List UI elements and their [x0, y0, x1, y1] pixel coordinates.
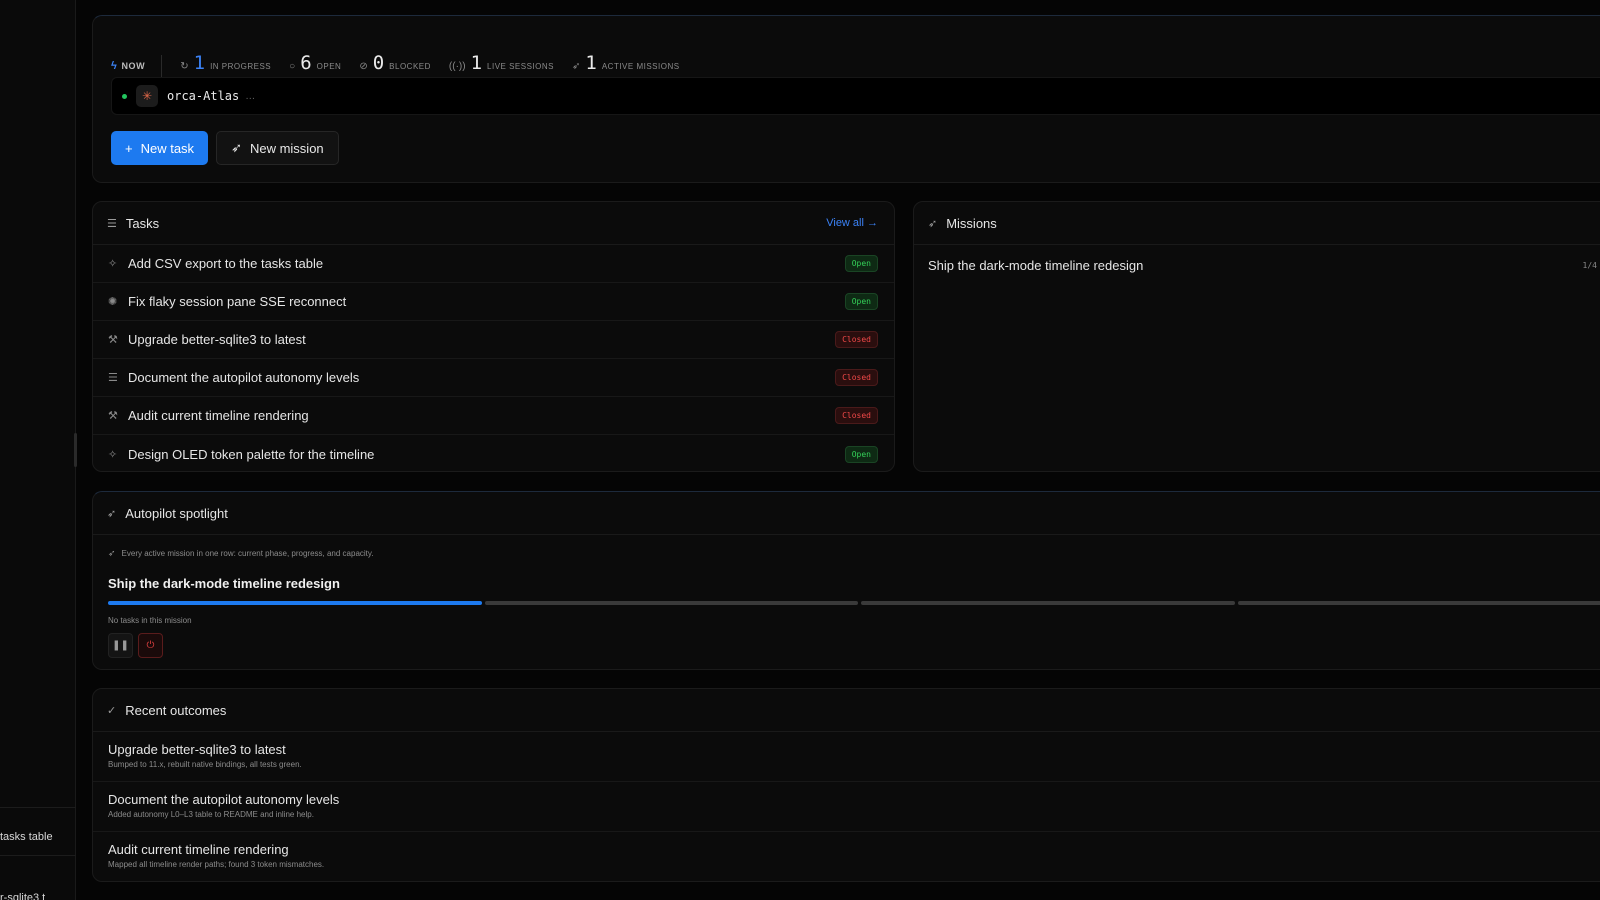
new-task-button[interactable]: + New task [111, 131, 209, 165]
autopilot-card: ➶ Autopilot spotlight ➶ Every active mis… [92, 491, 1600, 670]
missions-title: Missions [946, 215, 997, 231]
task-row[interactable]: ✧ Design OLED token palette for the time… [93, 435, 894, 473]
sparkle-icon: ✧ [108, 448, 118, 461]
outcomes-title: Recent outcomes [125, 702, 227, 718]
mission-row[interactable]: Ship the dark-mode timeline redesign 1/4 [914, 245, 1600, 285]
rocket-icon: ➶ [107, 507, 117, 520]
live-status-dot [122, 93, 127, 99]
status-badge: Closed [835, 331, 878, 348]
status-badge: Closed [835, 407, 878, 424]
status-badge: Open [844, 255, 878, 272]
bug-icon: ✺ [108, 296, 118, 308]
outcome-row[interactable]: Document the autopilot autonomy levels A… [93, 782, 1600, 832]
spinner-icon: ↻ [180, 61, 189, 72]
stop-button[interactable]: ⏻ [138, 633, 163, 658]
pause-button[interactable]: ❚❚ [108, 633, 133, 658]
live-session-row[interactable]: ✳ orca-Atlas … [111, 77, 1600, 115]
task-row[interactable]: ⚒ Audit current timeline rendering Close… [93, 397, 894, 435]
new-mission-button[interactable]: ➶ New mission [216, 131, 339, 165]
circle-icon: ○ [289, 61, 296, 72]
autopilot-header: ➶ Autopilot spotlight [93, 492, 1600, 535]
sidebar-item-label: r-sqlite3 t [0, 892, 46, 900]
broadcast-icon: ((·)) [448, 61, 466, 72]
now-label: ϟ NOW [111, 55, 163, 77]
bolt-icon: ϟ [111, 60, 118, 72]
list-icon: ☰ [107, 217, 117, 230]
outcomes-card: ✓ Recent outcomes Upgrade better-sqlite3… [92, 688, 1600, 882]
wrench-icon: ⚒ [108, 410, 118, 422]
stat-in-progress: ↻ 1 IN PROGRESS [180, 52, 272, 74]
sidebar-item[interactable]: tasks table [0, 807, 76, 855]
sidebar-item-label: tasks table [0, 831, 53, 843]
outcome-row[interactable]: Upgrade better-sqlite3 to latest Bumped … [93, 732, 1600, 782]
wrench-icon: ⚒ [108, 334, 118, 346]
spotlight-mission-title[interactable]: Ship the dark-mode timeline redesign [108, 576, 340, 591]
task-row[interactable]: ✧ Add CSV export to the tasks table Open [93, 245, 894, 283]
tasks-header: ☰ Tasks View all → [93, 202, 894, 245]
stat-live-sessions: ((·)) 1 LIVE SESSIONS [448, 52, 554, 74]
autopilot-title: Autopilot spotlight [125, 505, 228, 521]
mission-empty-note: No tasks in this mission [108, 616, 192, 625]
main-content: ϟ NOW ↻ 1 IN PROGRESS ○ 6 OPEN ⊘ 0 BLOCK… [92, 0, 1600, 900]
stat-blocked: ⊘ 0 BLOCKED [359, 52, 431, 74]
phase-segment [1237, 601, 1600, 605]
outcome-row[interactable]: Audit current timeline rendering Mapped … [93, 832, 1600, 882]
list-icon: ☰ [108, 372, 118, 384]
status-badge: Open [844, 445, 878, 463]
plus-icon: + [125, 140, 133, 156]
power-icon: ⏻ [146, 640, 155, 651]
autopilot-controls: ❚❚ ⏻ [108, 633, 163, 658]
missions-header: ➶ Missions [914, 202, 1600, 245]
stat-open: ○ 6 OPEN [289, 52, 342, 74]
action-buttons: + New task ➶ New mission [111, 131, 347, 165]
tasks-title: Tasks [125, 215, 160, 231]
task-row[interactable]: ☰ Document the autopilot autonomy levels… [93, 359, 894, 397]
stats-bar: ϟ NOW ↻ 1 IN PROGRESS ○ 6 OPEN ⊘ 0 BLOCK… [111, 52, 698, 77]
status-badge: Closed [835, 369, 878, 386]
status-card: ϟ NOW ↻ 1 IN PROGRESS ○ 6 OPEN ⊘ 0 BLOCK… [92, 15, 1600, 183]
view-all-link[interactable]: View all → [826, 217, 878, 229]
outcomes-header: ✓ Recent outcomes [93, 689, 1600, 732]
sidebar: tasks table r-sqlite3 t [0, 0, 77, 900]
task-row[interactable]: ⚒ Upgrade better-sqlite3 to latest Close… [93, 321, 894, 359]
stat-active-missions: ➶ 1 ACTIVE MISSIONS [571, 52, 680, 74]
session-ellipsis: … [245, 90, 256, 102]
session-name: orca-Atlas [167, 89, 240, 103]
task-row[interactable]: ✺ Fix flaky session pane SSE reconnect O… [93, 283, 894, 321]
check-circle-icon: ✓ [107, 704, 117, 717]
sparkle-icon: ✧ [108, 258, 118, 270]
blocked-icon: ⊘ [359, 61, 368, 72]
autopilot-description: ➶ Every active mission in one row: curre… [108, 548, 374, 558]
sidebar-resize-handle[interactable] [74, 433, 77, 467]
phase-segment [861, 601, 1235, 605]
rocket-icon: ➶ [928, 217, 938, 230]
tasks-card: ☰ Tasks View all → ✧ Add CSV export to t… [92, 201, 895, 472]
rocket-icon: ➶ [231, 140, 242, 155]
rocket-icon: ➶ [108, 548, 116, 558]
mission-progress: 1/4 [1582, 260, 1597, 270]
missions-card: ➶ Missions Ship the dark-mode timeline r… [913, 201, 1600, 472]
asterisk-icon: ✳ [136, 85, 158, 107]
phase-segment [484, 601, 858, 605]
mission-phase-progress [108, 601, 1600, 605]
phase-segment [108, 601, 482, 605]
pause-icon: ❚❚ [112, 640, 129, 651]
sidebar-item[interactable]: r-sqlite3 t [0, 855, 76, 900]
rocket-icon: ➶ [571, 61, 581, 72]
status-badge: Open [844, 293, 878, 310]
